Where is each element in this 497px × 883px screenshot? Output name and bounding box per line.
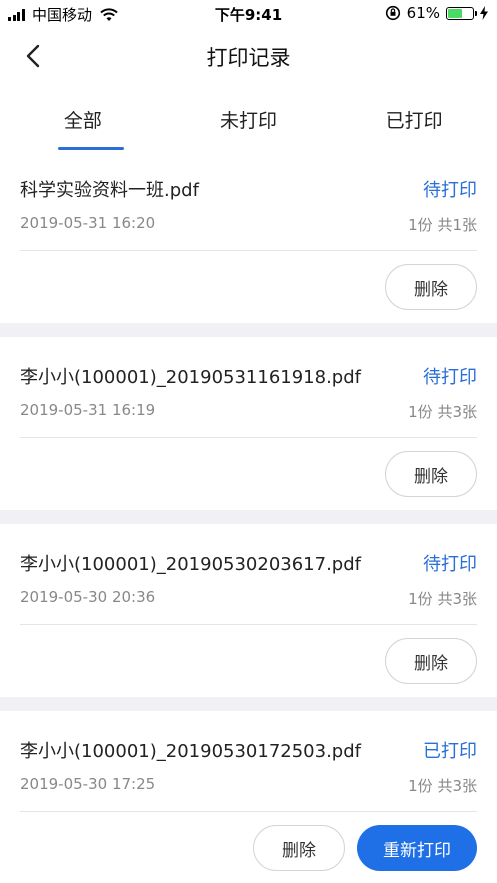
record-date: 2019-05-30 17:25 <box>20 775 156 793</box>
battery-percent: 61% <box>406 4 440 22</box>
tab-all[interactable]: 全部 <box>0 86 166 150</box>
list-item: 李小小(100001)_20190531161918.pdf 待打印 2019-… <box>0 337 497 510</box>
file-name: 李小小(100001)_20190530172503.pdf <box>20 741 361 762</box>
record-date: 2019-05-31 16:20 <box>20 214 156 232</box>
record-date: 2019-05-31 16:19 <box>20 401 156 419</box>
status-bar: 中国移动 下午9:41 61% <box>0 0 497 28</box>
reprint-button[interactable]: 重新打印 <box>357 825 477 871</box>
tab-bar: 全部 未打印 已打印 <box>0 86 497 150</box>
delete-button[interactable]: 删除 <box>385 451 477 497</box>
copy-count: 1份 共3张 <box>408 777 477 795</box>
delete-button[interactable]: 删除 <box>385 638 477 684</box>
print-status: 已打印 <box>423 741 477 762</box>
print-status: 待打印 <box>423 554 477 575</box>
orientation-lock-icon <box>385 5 400 21</box>
list-item: 李小小(100001)_20190530203617.pdf 待打印 2019-… <box>0 524 497 697</box>
status-right: 61% <box>385 4 489 22</box>
list-item: 李小小(100001)_20190530172503.pdf 已打印 2019-… <box>0 711 497 883</box>
page-title: 打印记录 <box>206 46 291 70</box>
battery-icon <box>446 6 477 20</box>
delete-button[interactable]: 删除 <box>253 825 345 871</box>
record-list: 科学实验资料一班.pdf 待打印 2019-05-31 16:20 1份 共1张… <box>0 150 497 883</box>
action-row: 删除 <box>385 264 477 310</box>
nav-bar: 打印记录 <box>0 28 497 86</box>
record-date: 2019-05-30 20:36 <box>20 588 156 606</box>
print-status: 待打印 <box>423 180 477 201</box>
copy-count: 1份 共3张 <box>408 590 477 608</box>
delete-button[interactable]: 删除 <box>385 264 477 310</box>
action-row: 删除 <box>385 451 477 497</box>
charging-icon <box>480 6 488 20</box>
tab-unprinted[interactable]: 未打印 <box>166 86 332 150</box>
divider <box>20 624 477 625</box>
divider <box>20 437 477 438</box>
copy-count: 1份 共3张 <box>408 403 477 421</box>
divider <box>20 250 477 251</box>
copy-count: 1份 共1张 <box>408 216 477 234</box>
divider <box>20 811 477 812</box>
action-row: 删除 <box>385 638 477 684</box>
action-row: 删除 重新打印 <box>253 825 477 871</box>
print-status: 待打印 <box>423 367 477 388</box>
file-name: 李小小(100001)_20190530203617.pdf <box>20 554 361 575</box>
file-name: 李小小(100001)_20190531161918.pdf <box>20 367 361 388</box>
list-item: 科学实验资料一班.pdf 待打印 2019-05-31 16:20 1份 共1张… <box>0 150 497 323</box>
file-name: 科学实验资料一班.pdf <box>20 180 199 201</box>
tab-printed[interactable]: 已打印 <box>331 86 497 150</box>
